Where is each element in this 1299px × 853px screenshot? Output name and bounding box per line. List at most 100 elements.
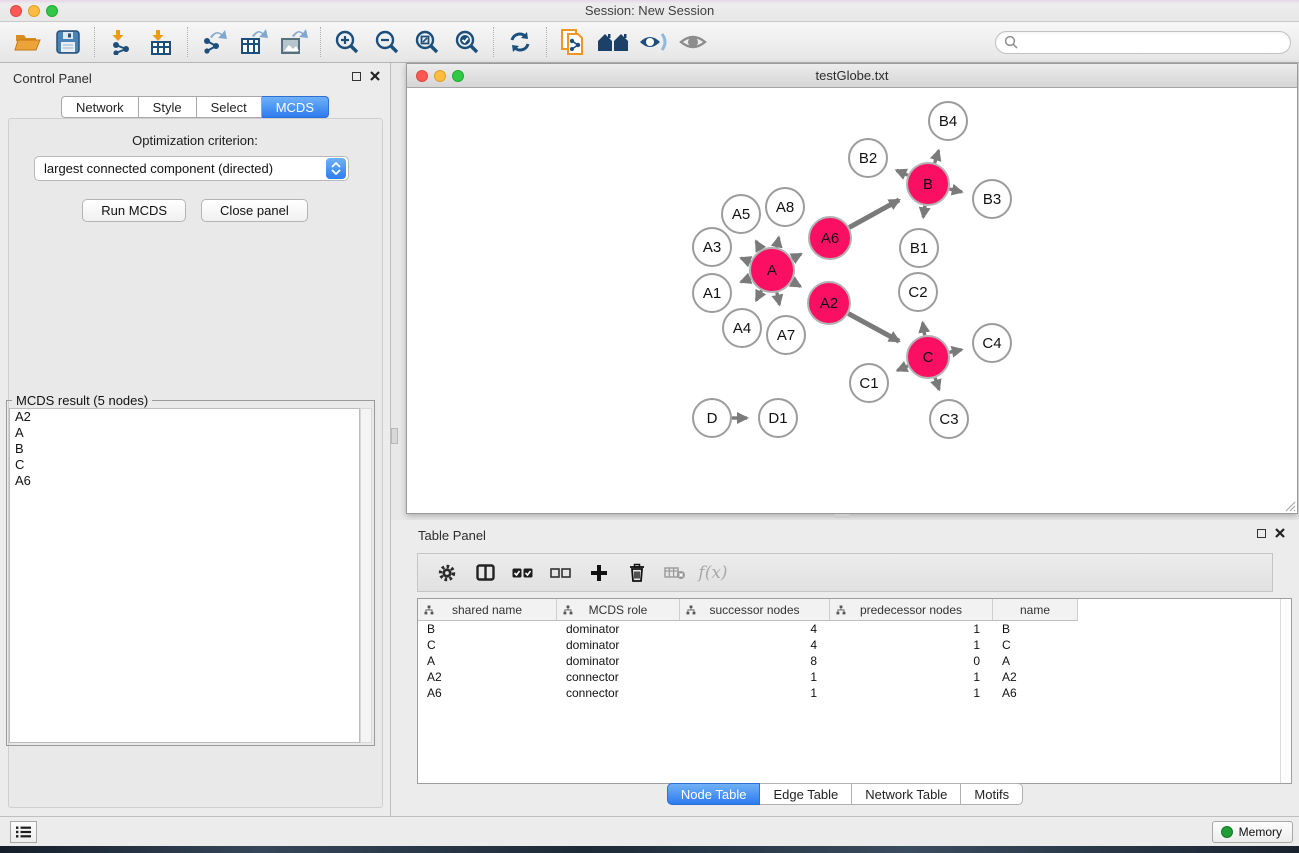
resize-grip-icon[interactable] [1284, 500, 1296, 512]
node-A3[interactable]: A3 [693, 228, 731, 266]
delete-column-button[interactable] [618, 557, 656, 589]
node-B2[interactable]: B2 [849, 139, 887, 177]
edge-A-A1[interactable] [741, 278, 751, 282]
network-window-titlebar[interactable]: testGlobe.txt [407, 64, 1297, 88]
export-table-button[interactable] [234, 25, 274, 59]
table-row[interactable]: A2connector11A2 [418, 669, 1291, 685]
close-table-panel-icon[interactable] [1275, 528, 1285, 538]
node-C3[interactable]: C3 [930, 400, 968, 438]
node-A2[interactable]: A2 [808, 282, 850, 324]
edge-B-B2[interactable] [896, 170, 907, 175]
hide-graphics-button[interactable] [633, 25, 673, 59]
edge-A-A2[interactable] [792, 282, 801, 287]
show-columns-button[interactable] [466, 557, 504, 589]
node-D1[interactable]: D1 [759, 399, 797, 437]
edge-B-B4[interactable] [935, 151, 939, 163]
column-header-successor-nodes[interactable]: successor nodes [680, 599, 830, 621]
result-item[interactable]: A2 [10, 409, 359, 425]
node-B4[interactable]: B4 [929, 102, 967, 140]
export-image-button[interactable] [274, 25, 314, 59]
node-A8[interactable]: A8 [766, 188, 804, 226]
result-item[interactable]: B [10, 441, 359, 457]
deselect-all-button[interactable] [542, 557, 580, 589]
table-row[interactable]: Adominator80A [418, 653, 1291, 669]
refresh-button[interactable] [500, 25, 540, 59]
tab-mcds[interactable]: MCDS [262, 96, 329, 118]
float-panel-icon[interactable] [352, 72, 361, 81]
zoom-selected-button[interactable] [447, 25, 487, 59]
tab-network[interactable]: Network [61, 96, 139, 118]
search-input[interactable] [1018, 35, 1282, 49]
edge-A6-B[interactable] [849, 200, 899, 227]
export-network-button[interactable] [194, 25, 234, 59]
column-header-mcds-role[interactable]: MCDS role [557, 599, 680, 621]
show-graphics-button[interactable] [673, 25, 713, 59]
open-session-button[interactable] [8, 25, 48, 59]
node-B1[interactable]: B1 [900, 229, 938, 267]
zoom-in-button[interactable] [327, 25, 367, 59]
edge-A-A7[interactable] [777, 292, 780, 304]
select-all-button[interactable] [504, 557, 542, 589]
tab-motifs[interactable]: Motifs [961, 783, 1023, 805]
column-header-predecessor-nodes[interactable]: predecessor nodes [830, 599, 993, 621]
node-A[interactable]: A [750, 248, 794, 292]
node-C4[interactable]: C4 [973, 324, 1011, 362]
node-B3[interactable]: B3 [973, 180, 1011, 218]
edge-A-A5[interactable] [756, 241, 761, 250]
node-A7[interactable]: A7 [767, 316, 805, 354]
network-graph[interactable]: B4B2BB3A8A5A6A3B1AC2A1A2A4A7C4CC1C3DD1 [407, 88, 1297, 513]
close-panel-button[interactable]: Close panel [201, 199, 308, 222]
node-D[interactable]: D [693, 399, 731, 437]
edge-A-A4[interactable] [756, 290, 761, 300]
edge-A2-C[interactable] [848, 314, 899, 342]
import-table-button[interactable] [141, 25, 181, 59]
node-C[interactable]: C [907, 336, 949, 378]
table-scrollbar[interactable] [1280, 599, 1291, 783]
edge-B-B3[interactable] [949, 189, 961, 192]
node-A1[interactable]: A1 [693, 274, 731, 312]
tab-node-table[interactable]: Node Table [667, 783, 761, 805]
split-divider-handle[interactable] [391, 428, 398, 444]
import-network-button[interactable] [101, 25, 141, 59]
edge-C-C2[interactable] [923, 323, 925, 336]
node-A4[interactable]: A4 [723, 309, 761, 347]
column-header-name[interactable]: name [993, 599, 1078, 621]
criterion-select[interactable]: largest connected component (directed) [34, 156, 349, 181]
home-layout-button[interactable] [593, 25, 633, 59]
node-A6[interactable]: A6 [809, 217, 851, 259]
node-B[interactable]: B [907, 163, 949, 205]
tab-style[interactable]: Style [139, 96, 197, 118]
table-row[interactable]: Bdominator41B [418, 621, 1291, 637]
node-C1[interactable]: C1 [850, 364, 888, 402]
tab-select[interactable]: Select [197, 96, 262, 118]
float-table-panel-icon[interactable] [1257, 529, 1266, 538]
edge-B-B1[interactable] [923, 206, 925, 218]
table-settings-button[interactable] [428, 557, 466, 589]
result-item[interactable]: A6 [10, 473, 359, 489]
edge-C-C3[interactable] [935, 378, 939, 390]
add-column-button[interactable] [580, 557, 618, 589]
save-session-button[interactable] [48, 25, 88, 59]
network-canvas[interactable]: B4B2BB3A8A5A6A3B1AC2A1A2A4A7C4CC1C3DD1 [407, 88, 1297, 513]
edge-A-A6[interactable] [792, 254, 801, 259]
zoom-out-button[interactable] [367, 25, 407, 59]
column-header-shared-name[interactable]: shared name [418, 599, 557, 621]
result-item[interactable]: C [10, 457, 359, 473]
node-A5[interactable]: A5 [722, 195, 760, 233]
tab-network-table[interactable]: Network Table [852, 783, 961, 805]
memory-button[interactable]: Memory [1212, 821, 1293, 843]
zoom-fit-button[interactable] [407, 25, 447, 59]
run-mcds-button[interactable]: Run MCDS [82, 199, 186, 222]
result-item[interactable]: A [10, 425, 359, 441]
table-row[interactable]: Cdominator41C [418, 637, 1291, 653]
clone-network-button[interactable] [553, 25, 593, 59]
mcds-result-list[interactable]: A2ABCA6 [9, 408, 360, 743]
edge-A-A3[interactable] [741, 258, 751, 262]
search-field[interactable] [995, 31, 1291, 54]
task-history-button[interactable] [10, 821, 37, 843]
edge-C-C1[interactable] [897, 366, 908, 371]
tab-edge-table[interactable]: Edge Table [760, 783, 852, 805]
edge-C-C4[interactable] [949, 350, 961, 353]
table-row[interactable]: A6connector11A6 [418, 685, 1291, 701]
horizontal-divider-handle[interactable] [835, 514, 849, 518]
